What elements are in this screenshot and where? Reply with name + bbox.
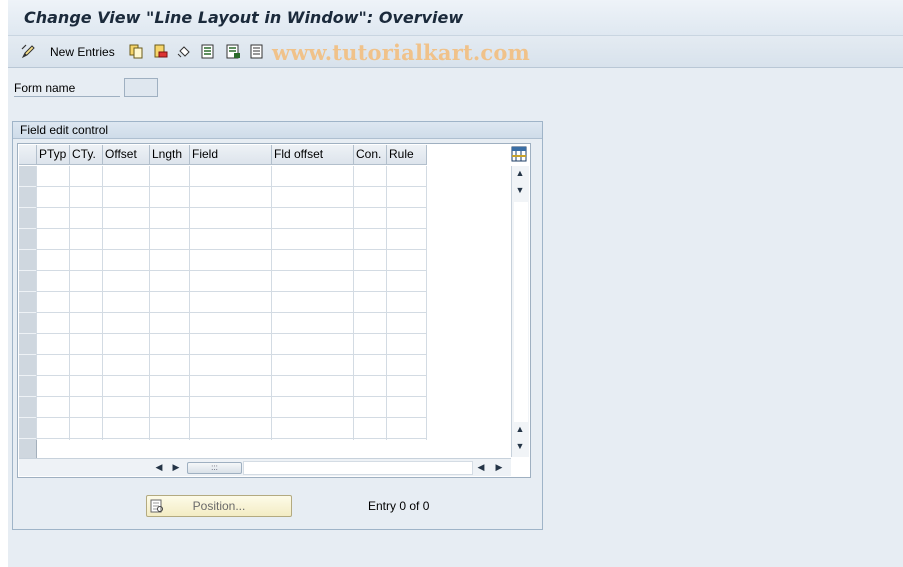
vertical-scrollbar[interactable]: ▲ ▼ ▲ ▼ [511,166,529,457]
table-row[interactable] [37,208,427,229]
column-divider [189,166,190,440]
select-block-icon[interactable] [226,44,241,59]
table-row[interactable] [37,418,427,439]
table-row[interactable] [37,271,427,292]
column-divider [353,166,354,440]
entry-count-text: Entry 0 of 0 [368,499,430,513]
row-selector[interactable] [19,313,37,334]
row-selector[interactable] [19,166,37,187]
column-header-field[interactable]: Field [190,145,272,165]
column-divider [102,166,103,440]
row-selector[interactable] [19,439,37,460]
table-row[interactable] [37,439,427,460]
table-row[interactable] [37,355,427,376]
form-name-label: Form name [14,81,120,97]
table-row[interactable] [37,250,427,271]
undo-icon[interactable] [177,44,192,59]
row-selector[interactable] [19,229,37,250]
horizontal-scrollbar[interactable]: ◀ ▶ ::: ◀ ▶ [19,458,511,476]
copy-icon[interactable] [129,44,144,59]
scroll-left-fixed-icon[interactable]: ◀ [474,462,488,473]
column-header-offset[interactable]: Offset [103,145,150,165]
row-selector[interactable] [19,292,37,313]
select-all-icon[interactable] [201,44,216,59]
horizontal-scroll-thumb[interactable]: ::: [187,462,242,474]
row-selector[interactable] [19,208,37,229]
field-edit-table: PTyp CTy. Offset Lngth Field Fld offset … [17,143,531,478]
column-divider [69,166,70,440]
scroll-right-fixed-icon[interactable]: ▶ [492,462,506,473]
application-toolbar: New Entries www.tutorialkart.com [8,36,903,68]
field-edit-control-group: Field edit control PTyp CTy. Offset Lngt… [12,121,543,530]
column-header-con[interactable]: Con. [354,145,387,165]
page-down-icon[interactable]: ▼ [513,185,527,195]
position-button-label: Position... [192,499,246,513]
form-name-input[interactable] [124,78,158,97]
table-row[interactable] [37,313,427,334]
change-display-icon[interactable] [21,44,36,59]
table-row[interactable] [37,187,427,208]
table-settings-icon[interactable] [511,146,527,162]
column-header-fld-offset[interactable]: Fld offset [272,145,354,165]
table-row[interactable] [37,292,427,313]
select-all-rows-cell[interactable] [19,145,37,165]
table-row[interactable] [37,397,427,418]
new-entries-button[interactable]: New Entries [50,45,115,59]
column-divider [149,166,150,440]
column-divider [426,166,427,440]
scroll-down-icon[interactable]: ▼ [513,441,527,451]
column-header-lngth[interactable]: Lngth [150,145,190,165]
position-icon [150,499,163,513]
column-header-rule[interactable]: Rule [387,145,427,165]
main-content: Form name Field edit control PTyp CTy. O… [8,69,903,567]
page-title: Change View "Line Layout in Window": Ove… [24,8,464,27]
table-row[interactable] [37,229,427,250]
scroll-right-icon[interactable]: ▶ [169,462,183,473]
table-row[interactable] [37,376,427,397]
column-divider [271,166,272,440]
page-up-icon[interactable]: ▲ [513,424,527,434]
row-selector[interactable] [19,250,37,271]
row-selector[interactable] [19,376,37,397]
deselect-all-icon[interactable] [250,44,265,59]
column-header-cty[interactable]: CTy. [70,145,103,165]
horizontal-scroll-track[interactable] [243,461,473,475]
title-bar: Change View "Line Layout in Window": Ove… [8,0,903,36]
table-row[interactable] [37,334,427,355]
row-selector[interactable] [19,418,37,439]
scroll-up-icon[interactable]: ▲ [513,168,527,178]
column-divider [386,166,387,440]
row-selector[interactable] [19,271,37,292]
table-row[interactable] [37,166,427,187]
left-strip [0,0,8,567]
row-selector[interactable] [19,334,37,355]
vertical-scroll-track[interactable] [514,202,528,422]
group-title: Field edit control [13,122,542,139]
scroll-left-icon[interactable]: ◀ [152,462,166,473]
watermark-text: www.tutorialkart.com [272,40,530,65]
row-selector[interactable] [19,355,37,376]
delete-icon[interactable] [153,44,168,59]
row-selector[interactable] [19,397,37,418]
column-header-ptyp[interactable]: PTyp [37,145,70,165]
column-divider [36,166,37,440]
position-button[interactable]: Position... [146,495,292,517]
row-selector[interactable] [19,187,37,208]
